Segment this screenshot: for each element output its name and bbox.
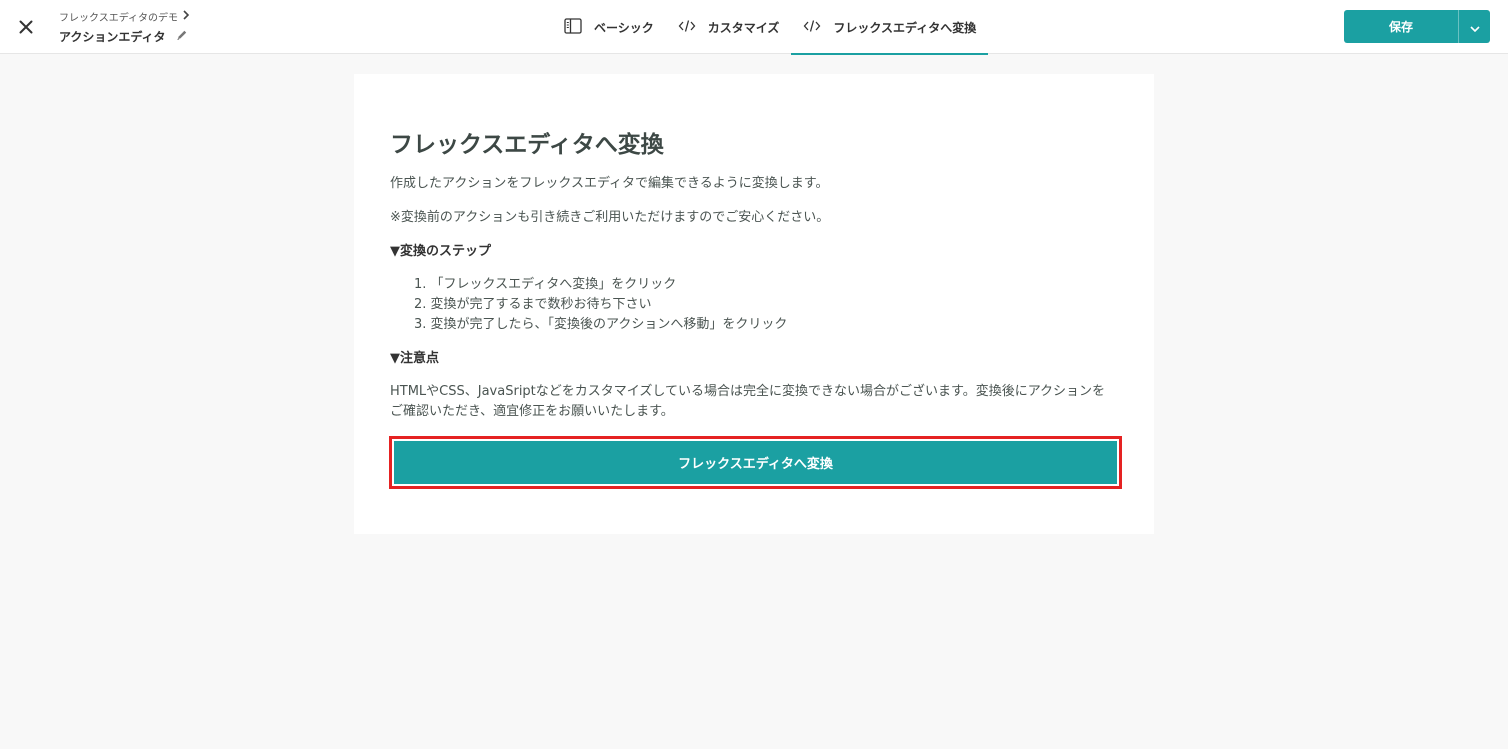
convert-panel: フレックスエディタへ変換 作成したアクションをフレックスエディタで編集できるよう…	[354, 74, 1154, 534]
page-title: アクションエディタ	[59, 27, 188, 45]
chevron-right-icon	[182, 9, 190, 23]
convert-to-flex-button[interactable]: フレックスエディタへ変換	[394, 441, 1117, 484]
tab-customize[interactable]: カスタマイズ	[666, 0, 792, 54]
breadcrumb-parent[interactable]: フレックスエディタのデモ	[59, 9, 178, 24]
pencil-icon[interactable]	[176, 29, 188, 44]
editor-tabs: ベーシック カスタマイズ フレックスエディタへ変換	[552, 0, 989, 55]
save-options-dropdown[interactable]	[1459, 10, 1490, 43]
code-icon	[803, 19, 821, 36]
chevron-down-icon	[1469, 17, 1480, 36]
breadcrumb[interactable]: フレックスエディタのデモ	[59, 9, 190, 24]
sidebar-layout-icon	[564, 17, 582, 37]
close-icon[interactable]	[14, 15, 38, 39]
tab-flex-convert-label: フレックスエディタへ変換	[833, 20, 977, 35]
page-title-text: アクションエディタ	[59, 29, 166, 44]
list-item: 2. 変換が完了するまで数秒お待ち下さい	[414, 297, 652, 312]
panel-title: フレックスエディタへ変換	[390, 132, 664, 158]
list-item: 1. 「フレックスエディタへ変換」をクリック	[414, 277, 677, 292]
save-button-group: 保存	[1344, 10, 1490, 43]
tab-flex-convert[interactable]: フレックスエディタへ変換	[791, 0, 989, 55]
tab-customize-label: カスタマイズ	[707, 20, 780, 35]
notes-text: HTMLやCSS、JavaSriptなどをカスタマイズしている場合は完全に変換で…	[390, 384, 1106, 419]
convert-button-highlight: フレックスエディタへ変換	[389, 436, 1122, 489]
reassurance-text: ※変換前のアクションも引き続きご利用いただけますのでご安心ください。	[390, 210, 830, 225]
steps-list: 1. 「フレックスエディタへ変換」をクリック 2. 変換が完了するまで数秒お待ち…	[390, 275, 1118, 335]
code-icon	[678, 19, 696, 36]
steps-heading: ▼変換のステップ	[390, 244, 491, 259]
tab-basic-label: ベーシック	[594, 20, 654, 35]
list-item: 3. 変換が完了したら、「変換後のアクションへ移動」をクリック	[414, 317, 788, 332]
top-bar: フレックスエディタのデモ アクションエディタ ベーシック カスタマイズ フレック…	[0, 0, 1508, 55]
intro-text: 作成したアクションをフレックスエディタで編集できるように変換します。	[390, 176, 829, 191]
tab-basic[interactable]: ベーシック	[552, 0, 666, 54]
notes-heading: ▼注意点	[390, 351, 439, 366]
save-button[interactable]: 保存	[1344, 10, 1459, 43]
